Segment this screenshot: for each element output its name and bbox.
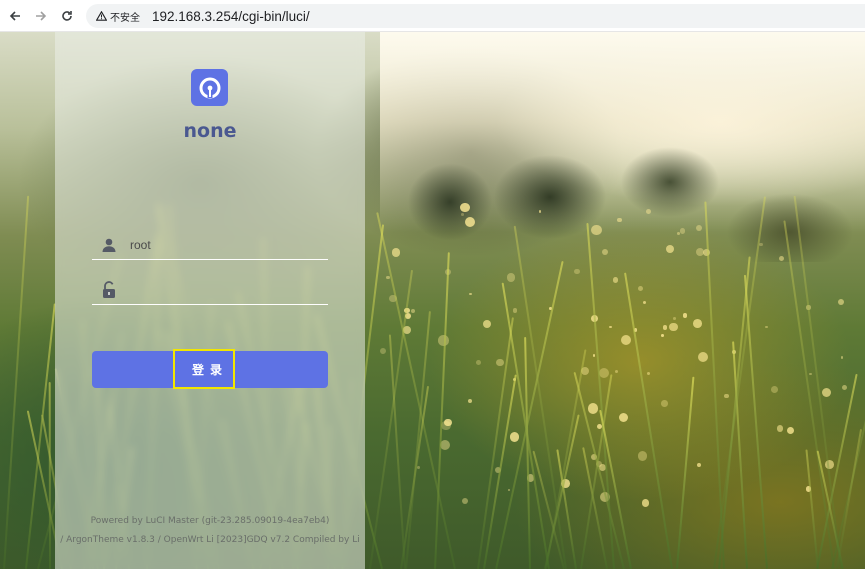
security-indicator[interactable]: 不安全 bbox=[90, 7, 146, 25]
url-text[interactable]: 192.168.3.254/cgi-bin/luci/ bbox=[152, 9, 310, 24]
password-input[interactable] bbox=[128, 281, 322, 298]
reload-icon bbox=[62, 10, 72, 21]
warning-icon bbox=[96, 11, 107, 21]
bokeh-dot bbox=[677, 231, 681, 235]
bokeh-dot bbox=[672, 317, 676, 321]
footer-line-1: Powered by LuCI Master (git-23.285.09019… bbox=[90, 516, 330, 526]
bokeh-dot bbox=[538, 210, 542, 213]
bokeh-dot bbox=[391, 248, 401, 257]
bokeh-dot bbox=[618, 412, 628, 422]
brand-name: none bbox=[183, 120, 237, 142]
lock-icon bbox=[100, 280, 118, 299]
bokeh-dot bbox=[841, 384, 847, 390]
bokeh-dot bbox=[770, 386, 778, 394]
bokeh-dot bbox=[776, 424, 784, 432]
bokeh-dot bbox=[496, 358, 504, 366]
forward-button[interactable] bbox=[30, 5, 52, 27]
password-field[interactable] bbox=[92, 275, 328, 305]
logo-icon bbox=[199, 77, 220, 98]
bokeh-dot bbox=[444, 419, 452, 427]
bokeh-dot bbox=[506, 273, 516, 282]
footer-line-2: / ArgonTheme v1.8.3 / OpenWrt Li [2023]G… bbox=[60, 535, 360, 545]
bokeh-dot bbox=[617, 217, 622, 223]
bokeh-dot bbox=[587, 403, 599, 414]
login-button-label: 登录 bbox=[191, 363, 228, 377]
browser-toolbar: 不安全 192.168.3.254/cgi-bin/luci/ bbox=[0, 0, 865, 32]
bokeh-dot bbox=[476, 360, 481, 366]
bokeh-dot bbox=[637, 451, 648, 461]
bokeh-dot bbox=[460, 213, 464, 216]
login-panel: none 登录 Powered by LuCI Master (git-23.2… bbox=[55, 32, 365, 569]
bokeh-dot bbox=[612, 277, 619, 283]
bokeh-dot bbox=[724, 393, 729, 399]
bokeh-dot bbox=[417, 466, 420, 470]
grass-blade bbox=[48, 382, 51, 569]
username-field[interactable] bbox=[92, 230, 328, 260]
page: none 登录 Powered by LuCI Master (git-23.2… bbox=[0, 32, 865, 569]
bokeh-dot bbox=[410, 308, 415, 313]
bokeh-dot bbox=[778, 255, 784, 261]
bokeh-dot bbox=[641, 498, 650, 507]
arrow-right-icon bbox=[36, 10, 47, 21]
user-icon bbox=[100, 236, 118, 254]
bokeh-dot bbox=[840, 356, 843, 359]
bokeh-dot bbox=[682, 313, 688, 318]
logo bbox=[191, 69, 228, 106]
address-bar[interactable]: 不安全 192.168.3.254/cgi-bin/luci/ bbox=[86, 4, 865, 28]
username-input[interactable] bbox=[128, 236, 322, 253]
bokeh-dot bbox=[461, 497, 468, 504]
bokeh-dot bbox=[693, 319, 702, 329]
bokeh-dot bbox=[696, 462, 702, 467]
bokeh-dot bbox=[512, 307, 518, 313]
bokeh-dot bbox=[697, 351, 708, 362]
reload-button[interactable] bbox=[56, 5, 78, 27]
arrow-left-icon bbox=[9, 10, 20, 21]
bokeh-dot bbox=[637, 285, 643, 291]
bokeh-dot bbox=[509, 431, 520, 442]
bokeh-dot bbox=[809, 372, 812, 376]
security-label: 不安全 bbox=[110, 12, 140, 24]
login-button[interactable]: 登录 bbox=[92, 351, 328, 388]
bokeh-dot bbox=[679, 227, 686, 234]
bokeh-dot bbox=[821, 387, 831, 397]
bokeh-dot bbox=[661, 400, 668, 407]
back-button[interactable] bbox=[4, 5, 26, 27]
